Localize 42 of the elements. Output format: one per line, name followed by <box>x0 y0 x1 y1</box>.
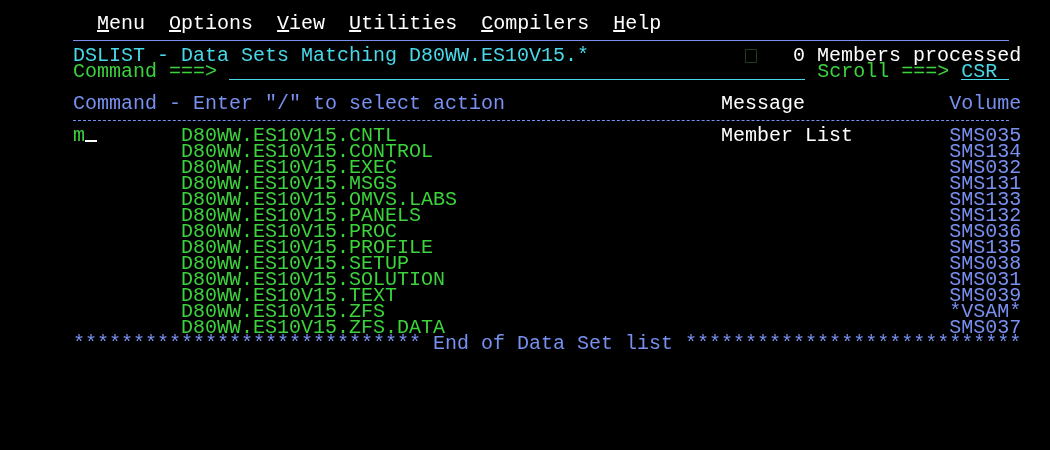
volume-serial: SMS131 <box>949 176 1022 192</box>
row-message: Member List <box>721 128 855 144</box>
menu-item[interactable]: Options <box>169 16 254 32</box>
column-header: Command - Enter "/" to select action <box>73 96 507 112</box>
data-set-name: D80WW.ES10V15.EXEC <box>181 160 398 176</box>
data-set-name: D80WW.ES10V15.SETUP <box>181 256 410 272</box>
volume-serial: SMS038 <box>949 256 1022 272</box>
data-set-name: D80WW.ES10V15.PANELS <box>181 208 422 224</box>
volume-serial: SMS135 <box>949 240 1022 256</box>
command-label: Command ===> <box>73 64 218 80</box>
volume-serial: SMS037 <box>949 320 1022 336</box>
data-set-name: D80WW.ES10V15.OMVS.LABS <box>181 192 459 208</box>
data-set-name: D80WW.ES10V15.ZFS <box>181 304 386 320</box>
data-set-name: D80WW.ES10V15.CONTROL <box>181 144 435 160</box>
scroll-label: Scroll ===> <box>817 64 950 80</box>
volume-serial: *VSAM* <box>949 304 1022 320</box>
menu-item[interactable]: Menu <box>97 16 146 32</box>
line-command[interactable]: m <box>73 128 85 144</box>
scroll-input[interactable]: CSR <box>961 64 1010 80</box>
menu-item[interactable]: Utilities <box>349 16 458 32</box>
data-set-name: D80WW.ES10V15.PROC <box>181 224 398 240</box>
volume-serial: SMS031 <box>949 272 1022 288</box>
data-set-name: D80WW.ES10V15.TEXT <box>181 288 398 304</box>
column-header: Message <box>721 96 807 112</box>
status-field <box>745 49 758 63</box>
menu-item[interactable]: Help <box>613 16 662 32</box>
end-of-list-marker: ***************************** End of Data Set list **************************** <box>73 336 1022 352</box>
volume-serial: SMS036 <box>949 224 1022 240</box>
column-header: Volume <box>949 96 1022 112</box>
data-set-name: D80WW.ES10V15.ZFS.DATA <box>181 320 446 336</box>
menu-item[interactable]: Compilers <box>481 16 590 32</box>
data-set-name: D80WW.ES10V15.SOLUTION <box>181 272 447 288</box>
volume-serial: SMS035 <box>949 128 1022 144</box>
data-set-name: D80WW.ES10V15.MSGS <box>181 176 398 192</box>
data-set-name: D80WW.ES10V15.CNTL <box>181 128 398 144</box>
volume-serial: SMS132 <box>949 208 1022 224</box>
menu-item[interactable]: View <box>277 16 326 32</box>
volume-serial: SMS039 <box>949 288 1022 304</box>
volume-serial: SMS133 <box>949 192 1022 208</box>
data-set-name: D80WW.ES10V15.PROFILE <box>181 240 435 256</box>
volume-serial: SMS134 <box>949 144 1022 160</box>
volume-serial: SMS032 <box>949 160 1022 176</box>
